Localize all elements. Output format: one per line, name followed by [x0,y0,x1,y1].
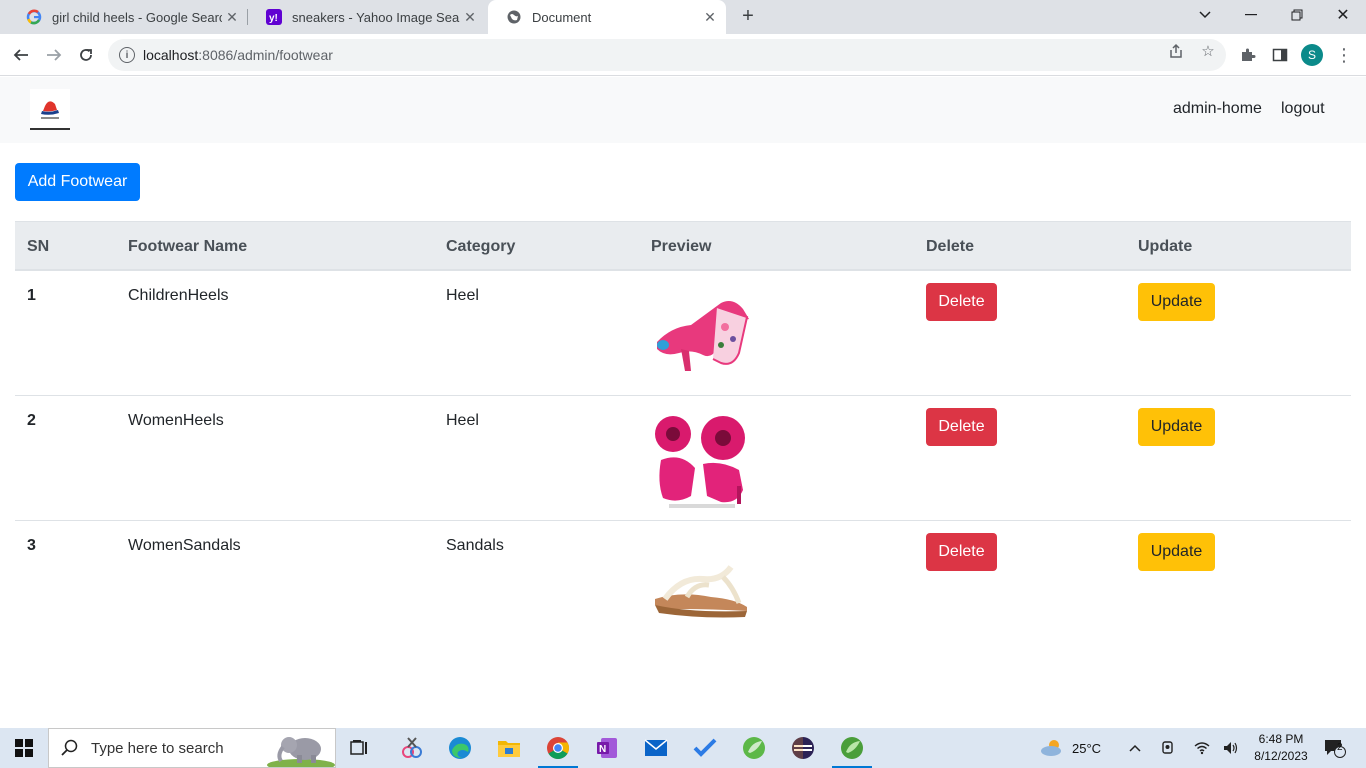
page-content: admin-home logout Add Footwear SN Footwe… [0,77,1366,728]
tab-document[interactable]: Document ✕ [488,0,726,34]
column-header-sn: SN [27,238,50,255]
update-button[interactable]: Update [1138,533,1215,571]
column-header-category: Category [446,238,516,255]
nav-logout-link[interactable]: logout [1281,100,1325,118]
close-window-icon[interactable]: ✕ [1320,0,1366,30]
row-sn: 3 [27,537,36,554]
row-footwear-name: WomenSandals [128,537,241,554]
row-category: Sandals [446,537,504,554]
reload-icon[interactable] [74,43,98,67]
svg-text:N: N [599,744,606,755]
meet-now-icon[interactable] [1161,728,1175,768]
snipping-tool-icon[interactable] [388,728,436,768]
browser-toolbar: i localhost:8086/admin/footwear ☆ S ⋮ [0,34,1366,76]
file-explorer-icon[interactable] [485,728,533,768]
weather-cloud-icon [1041,740,1061,756]
site-logo[interactable] [30,89,70,130]
table-row: 1 ChildrenHeels Heel Delete Update [15,271,1351,396]
back-icon[interactable] [9,43,33,67]
column-header-update: Update [1138,238,1193,255]
address-bar[interactable]: i localhost:8086/admin/footwear [108,39,1226,71]
tab-google-search[interactable]: girl child heels - Google Search ✕ [8,0,248,34]
search-icon [61,739,79,757]
delete-button[interactable]: Delete [926,533,997,571]
site-navbar: admin-home logout [0,77,1366,143]
table-row: 3 WomenSandals Sandals Delete Update [15,521,1351,646]
close-tab-icon[interactable]: ✕ [700,9,720,26]
search-placeholder: Type here to search [91,739,224,757]
clock-date: 8/12/2023 [1254,749,1308,763]
side-panel-icon[interactable] [1269,44,1291,66]
system-clock[interactable]: 6:48 PM 8/12/2023 [1246,731,1316,765]
notification-center-icon[interactable]: 2 [1324,728,1346,768]
notification-count: 2 [1337,742,1343,753]
globe-icon [506,9,522,25]
google-icon [26,9,42,25]
row-footwear-name: ChildrenHeels [128,287,229,304]
row-sn: 2 [27,412,36,429]
spring-tool-suite-icon[interactable] [828,728,876,768]
bookmark-star-icon[interactable]: ☆ [1198,41,1218,61]
extensions-icon[interactable] [1237,44,1259,66]
mail-icon[interactable] [632,728,680,768]
todo-icon[interactable] [681,728,729,768]
minimize-icon[interactable] [1228,0,1274,30]
url-host: localhost [143,47,199,63]
site-info-icon[interactable]: i [119,47,135,63]
preview-image-women-heels [651,412,751,512]
close-tab-icon[interactable]: ✕ [460,9,480,26]
taskbar-search-input[interactable]: Type here to search [48,728,336,768]
windows-taskbar: Type here to search N 25°C 6:48 PM 8/12/… [0,728,1366,768]
table-header: SN Footwear Name Category Preview Delete… [15,221,1351,271]
row-category: Heel [446,287,479,304]
delete-button[interactable]: Delete [926,283,997,321]
tab-title: girl child heels - Google Search [52,9,222,25]
preview-image-children-heels [651,287,751,387]
column-header-delete: Delete [926,238,975,255]
task-view-icon[interactable] [336,728,384,768]
add-footwear-button[interactable]: Add Footwear [15,163,140,201]
show-hidden-icons-chevron-icon[interactable] [1129,728,1141,768]
tab-title: sneakers - Yahoo Image Search R [292,9,460,25]
close-tab-icon[interactable]: ✕ [222,9,242,26]
tab-title: Document [532,9,592,25]
chrome-icon[interactable] [534,728,582,768]
spring-tool-icon[interactable] [730,728,778,768]
onenote-icon[interactable]: N [583,728,631,768]
eclipse-icon[interactable] [779,728,827,768]
edge-browser-icon[interactable] [436,728,484,768]
weather-widget[interactable]: 25°C [1040,728,1101,768]
network-wifi-icon[interactable] [1194,728,1210,768]
preview-image-women-sandals [651,537,751,637]
yahoo-icon: y! [266,9,282,25]
new-tab-button[interactable]: + [737,5,759,27]
forward-icon[interactable] [42,43,66,67]
row-sn: 1 [27,287,36,304]
weather-temperature: 25°C [1072,740,1102,756]
row-category: Heel [446,412,479,429]
nav-admin-home-link[interactable]: admin-home [1173,100,1262,118]
volume-icon[interactable] [1223,728,1239,768]
clock-time: 6:48 PM [1258,732,1304,746]
svg-text:y!: y! [269,13,278,24]
restore-icon[interactable] [1274,0,1320,30]
tab-search-chevron-icon[interactable] [1182,0,1228,30]
update-button[interactable]: Update [1138,408,1215,446]
footwear-table: SN Footwear Name Category Preview Delete… [15,221,1351,646]
windows-start-icon[interactable] [0,728,48,768]
share-icon[interactable] [1166,41,1186,61]
table-row: 2 WomenHeels Heel Delete Update [15,396,1351,521]
column-header-preview: Preview [651,238,712,255]
profile-avatar[interactable]: S [1301,44,1323,66]
delete-button[interactable]: Delete [926,408,997,446]
browser-tab-bar: girl child heels - Google Search ✕ y! sn… [0,0,1366,34]
url-path: :8086/admin/footwear [198,47,333,63]
tab-yahoo-search[interactable]: y! sneakers - Yahoo Image Search R ✕ [248,0,486,34]
update-button[interactable]: Update [1138,283,1215,321]
row-footwear-name: WomenHeels [128,412,224,429]
elephant-illustration-icon [267,729,335,767]
menu-kebab-icon[interactable]: ⋮ [1333,44,1355,66]
column-header-name: Footwear Name [128,238,248,255]
